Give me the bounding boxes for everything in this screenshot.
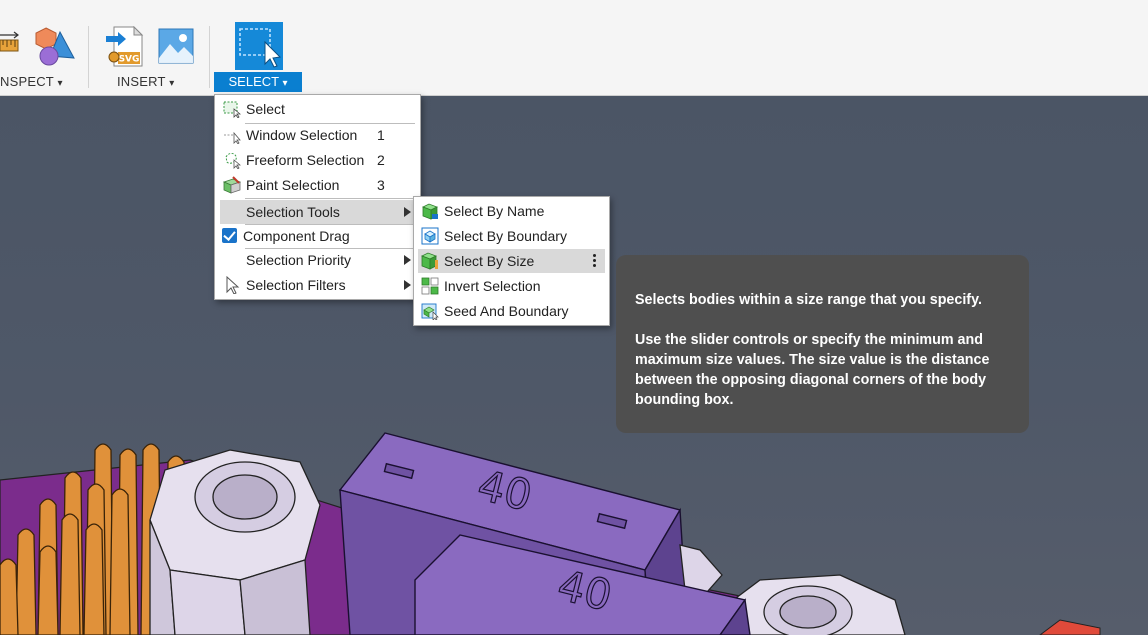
checkbox-checked-icon[interactable]: [222, 228, 237, 243]
tooltip-summary: Selects bodies within a size range that …: [635, 292, 982, 308]
menu-item-selection-priority[interactable]: Selection Priority: [220, 248, 415, 272]
menu-item-invert-selection[interactable]: Invert Selection: [418, 274, 605, 298]
shapes-icon[interactable]: [34, 26, 76, 66]
paint-selection-icon: [223, 176, 241, 194]
menu-divider: [245, 198, 415, 199]
freeform-selection-icon: [225, 152, 241, 169]
red-component[interactable]: [1039, 619, 1101, 635]
select-by-size-icon: [421, 252, 438, 270]
menu-item-select-by-name[interactable]: Select By Name: [418, 199, 605, 223]
toolbar-separator: [209, 26, 210, 88]
insert-label[interactable]: INSERT ▾: [117, 74, 174, 89]
inspect-label[interactable]: NSPECT ▾: [0, 74, 63, 89]
menu-item-paint-selection[interactable]: Paint Selection 3: [220, 173, 415, 197]
submenu-arrow-icon: [404, 207, 411, 217]
select-icon: [223, 101, 241, 118]
window-selection-icon: [224, 131, 241, 144]
insert-group[interactable]: SVG INSERT ▾: [96, 0, 206, 96]
menu-item-selection-filters[interactable]: Selection Filters: [220, 273, 415, 297]
selection-tools-submenu: Select By Name Select By Boundary Select…: [413, 196, 610, 326]
submenu-arrow-icon: [404, 280, 411, 290]
inspect-group[interactable]: NSPECT ▾: [0, 0, 88, 96]
toolbar: NSPECT ▾ SVG INSERT ▾ SELECT ▾: [0, 0, 1148, 96]
menu-item-seed-and-boundary[interactable]: Seed And Boundary: [418, 299, 605, 323]
menu-item-select-by-size[interactable]: Select By Size: [418, 249, 605, 273]
toolbar-separator: [88, 26, 89, 88]
select-menu: Select Window Selection 1 Freeform Selec…: [214, 94, 421, 300]
cursor-arrow-icon: [226, 276, 240, 294]
menu-item-selection-tools[interactable]: Selection Tools: [220, 200, 415, 224]
select-by-boundary-icon: [421, 227, 439, 245]
select-by-size-tooltip: Selects bodies within a size range that …: [616, 255, 1029, 433]
seed-and-boundary-icon: [421, 303, 439, 320]
menu-item-select-by-boundary[interactable]: Select By Boundary: [418, 224, 605, 248]
menu-item-window-selection[interactable]: Window Selection 1: [220, 123, 415, 147]
menu-item-select[interactable]: Select: [220, 97, 415, 121]
insert-image-icon[interactable]: [158, 28, 194, 64]
select-tool-icon[interactable]: [235, 22, 283, 70]
measure-icon[interactable]: [0, 30, 22, 60]
menu-item-component-drag[interactable]: Component Drag: [220, 224, 415, 248]
tooltip-description: Use the slider controls or specify the m…: [635, 332, 990, 408]
menu-item-freeform-selection[interactable]: Freeform Selection 2: [220, 148, 415, 172]
insert-svg-icon[interactable]: SVG: [106, 26, 144, 68]
select-dropdown-button[interactable]: SELECT ▾: [214, 72, 302, 92]
invert-selection-icon: [421, 277, 439, 295]
hex-standoff[interactable]: [149, 449, 321, 635]
submenu-arrow-icon: [404, 255, 411, 265]
svg-text:SVG: SVG: [119, 55, 140, 65]
more-options-icon[interactable]: [593, 254, 596, 268]
select-by-name-icon: [422, 203, 438, 220]
